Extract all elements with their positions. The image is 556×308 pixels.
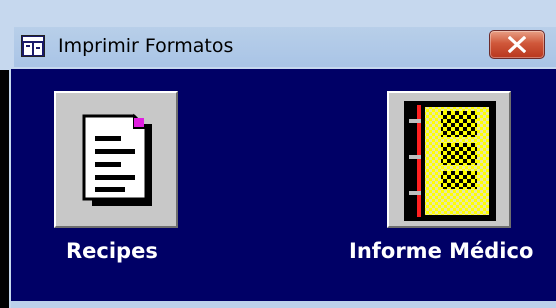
document-page-icon xyxy=(82,113,152,206)
recipes-button[interactable] xyxy=(54,91,178,228)
close-button[interactable] xyxy=(489,30,545,59)
background-edge xyxy=(0,70,9,308)
app-window-icon xyxy=(21,35,45,57)
window-title: Imprimir Formatos xyxy=(58,35,234,57)
informe-medico-button[interactable] xyxy=(387,91,511,228)
window-bottom-border xyxy=(11,301,556,308)
recipes-label[interactable]: Recipes xyxy=(66,236,158,266)
close-x-icon xyxy=(508,36,526,53)
print-formats-window: Imprimir Formatos Recipes Informe Médico xyxy=(0,0,556,308)
medical-report-book-icon xyxy=(404,101,496,221)
informe-medico-label[interactable]: Informe Médico xyxy=(349,236,533,266)
